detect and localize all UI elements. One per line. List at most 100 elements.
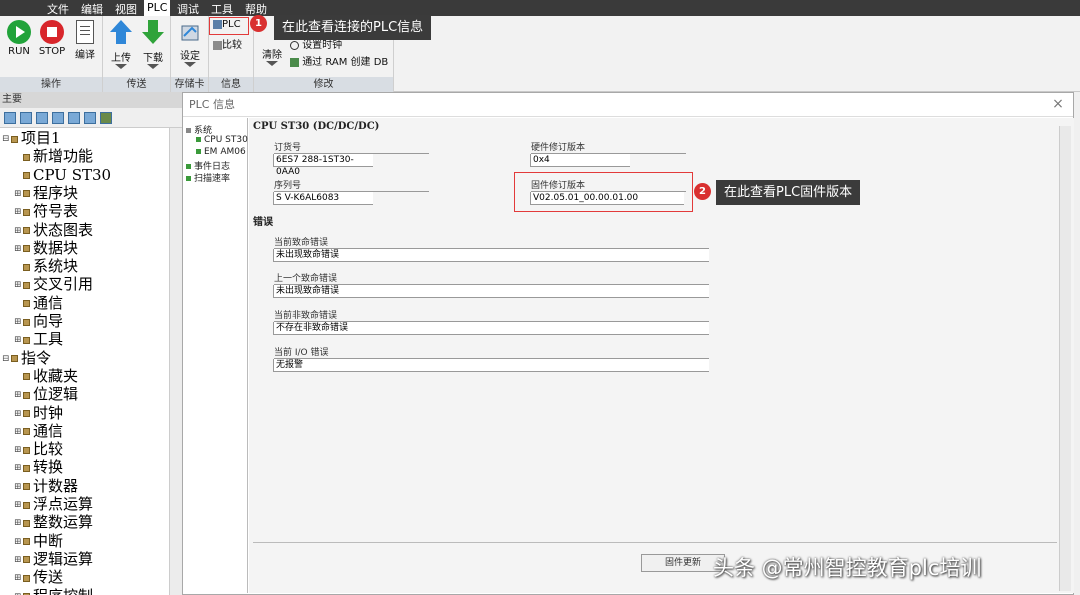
expand-toggle-icon[interactable]: ⊞ [14, 276, 23, 294]
download-arrow-icon [142, 20, 164, 44]
menu-edit[interactable]: 编辑 [78, 1, 106, 17]
nav-cpu[interactable]: CPU ST30 [196, 135, 248, 145]
tree-item[interactable]: ⊟ 指令 [2, 349, 51, 367]
expand-toggle-icon[interactable]: ⊞ [14, 423, 23, 441]
tree-item-label: 符号表 [33, 202, 79, 221]
download-button[interactable]: 下载 [139, 18, 167, 69]
menu-debug[interactable]: 调试 [174, 1, 202, 17]
menu-file[interactable]: 文件 [44, 1, 72, 17]
tree-item[interactable]: ⊞ 程序块 [14, 184, 78, 202]
menu-view[interactable]: 视图 [112, 1, 140, 17]
expand-toggle-icon[interactable]: ⊞ [14, 441, 23, 459]
stop-icon [40, 20, 64, 44]
tree-item[interactable]: ⊞ 交叉引用 [14, 275, 93, 293]
folder-icon [23, 300, 30, 308]
tree-item[interactable]: ⊞ 整数运算 [14, 513, 93, 531]
expand-toggle-icon[interactable]: ⊞ [14, 496, 23, 514]
tree-item[interactable]: ⊞ 浮点运算 [14, 495, 93, 513]
hw-rev-value: 0x4 [530, 154, 630, 167]
tree-item[interactable]: ⊞ 向导 [14, 312, 63, 330]
expand-toggle-icon[interactable]: ⊟ [2, 130, 11, 148]
tree-item[interactable]: ⊟ 项目1 [2, 129, 61, 147]
expand-toggle-icon[interactable]: ⊞ [14, 185, 23, 203]
settings-label: 设定 [180, 51, 200, 62]
menu-bar: 文件 编辑 视图 PLC 调试 工具 帮助 [0, 0, 1080, 16]
tree-tool-icon-4[interactable] [52, 112, 64, 124]
tree-item[interactable]: ⊞ 中断 [14, 532, 63, 550]
nav-node-icon [186, 128, 191, 133]
expand-toggle-icon[interactable]: ⊞ [14, 459, 23, 477]
expand-toggle-icon[interactable]: ⊞ [14, 222, 23, 240]
run-icon [7, 20, 31, 44]
clear-button[interactable]: 清除 [258, 46, 286, 66]
upload-button[interactable]: 上传 [107, 18, 135, 69]
expand-toggle-icon[interactable]: ⊞ [14, 514, 23, 532]
tree-item[interactable]: ⊞ 时钟 [14, 404, 63, 422]
settings-button[interactable]: 设定 [175, 20, 205, 67]
tree-item[interactable]: ⊞ 工具 [14, 330, 63, 348]
menu-tools[interactable]: 工具 [208, 1, 236, 17]
expand-toggle-icon[interactable]: ⊞ [14, 203, 23, 221]
tree-item[interactable]: ⊞ 位逻辑 [14, 385, 78, 403]
folder-icon [23, 263, 30, 271]
dialog-title: PLC 信息 [183, 93, 1073, 117]
tree-item[interactable]: ⊞ 转换 [14, 458, 63, 476]
tree-item-label: 数据块 [33, 238, 79, 257]
content-scrollbar[interactable] [1059, 126, 1071, 591]
tree-item[interactable]: ⊞ 状态图表 [14, 221, 93, 239]
tree-item[interactable]: ⊞ 计数器 [14, 477, 78, 495]
expand-toggle-icon[interactable]: ⊞ [14, 405, 23, 423]
create-db-label: 通过 RAM 创建 DB [302, 57, 389, 68]
menu-plc[interactable]: PLC [144, 0, 171, 16]
tree-item[interactable]: ⊞ 符号表 [14, 202, 78, 220]
expand-toggle-icon[interactable]: ⊞ [14, 313, 23, 331]
expand-toggle-icon[interactable]: ⊟ [2, 350, 11, 368]
set-clock-label: 设置时钟 [302, 40, 343, 51]
expand-toggle-icon[interactable]: ⊞ [14, 588, 23, 595]
tree-tool-icon-7[interactable] [100, 112, 112, 124]
run-label: RUN [8, 46, 30, 57]
create-db-button[interactable]: 通过 RAM 创建 DB [290, 53, 388, 68]
tree-item[interactable]: ⊞ 比较 [14, 440, 63, 458]
group-memory-card: 设定 存储卡 [171, 16, 209, 92]
clear-label: 清除 [262, 50, 282, 61]
download-label: 下载 [143, 53, 163, 64]
expand-toggle-icon[interactable]: ⊞ [14, 478, 23, 496]
tree-tool-icon-3[interactable] [36, 112, 48, 124]
tree-item[interactable]: 通信 [14, 294, 63, 312]
group-info-label: 信息 [209, 77, 253, 92]
tree-item[interactable]: 系统块 [14, 257, 78, 275]
tree-item[interactable]: ⊞ 传送 [14, 568, 63, 586]
tree-item[interactable]: ⊞ 数据块 [14, 239, 78, 257]
nav-scan-rate-label: 扫描速率 [194, 174, 231, 184]
compile-label: 编译 [75, 50, 95, 61]
tree-item[interactable]: 收藏夹 [14, 367, 78, 385]
tree-tool-icon-1[interactable] [4, 112, 16, 124]
expand-toggle-icon[interactable]: ⊞ [14, 331, 23, 349]
compare-button[interactable]: 比较 [213, 36, 251, 51]
close-icon[interactable]: × [1051, 97, 1065, 111]
expand-toggle-icon[interactable]: ⊞ [14, 569, 23, 587]
expand-toggle-icon[interactable]: ⊞ [14, 386, 23, 404]
compile-button[interactable]: 编译 [70, 20, 100, 61]
folder-icon [23, 519, 30, 527]
folder-icon [23, 428, 30, 436]
tree-item[interactable]: 新增功能 [14, 147, 93, 165]
expand-toggle-icon[interactable]: ⊞ [14, 533, 23, 551]
stop-button[interactable]: STOP [37, 20, 67, 57]
project-tree-scrollbar[interactable] [169, 128, 182, 595]
nav-scan-rate[interactable]: 扫描速率 [186, 171, 230, 184]
nav-node-icon [196, 137, 201, 142]
nav-em[interactable]: EM AM06 [196, 147, 246, 157]
tree-item[interactable]: ⊞ 程序控制 [14, 587, 93, 595]
expand-toggle-icon[interactable]: ⊞ [14, 551, 23, 569]
expand-toggle-icon[interactable]: ⊞ [14, 240, 23, 258]
tree-tool-icon-5[interactable] [68, 112, 80, 124]
tree-item-label: 逻辑运算 [33, 549, 94, 568]
tree-tool-icon-2[interactable] [20, 112, 32, 124]
tree-tool-icon-6[interactable] [84, 112, 96, 124]
tree-item[interactable]: CPU ST30 [14, 166, 111, 184]
tree-item[interactable]: ⊞ 逻辑运算 [14, 550, 93, 568]
tree-item[interactable]: ⊞ 通信 [14, 422, 63, 440]
run-button[interactable]: RUN [5, 20, 33, 57]
